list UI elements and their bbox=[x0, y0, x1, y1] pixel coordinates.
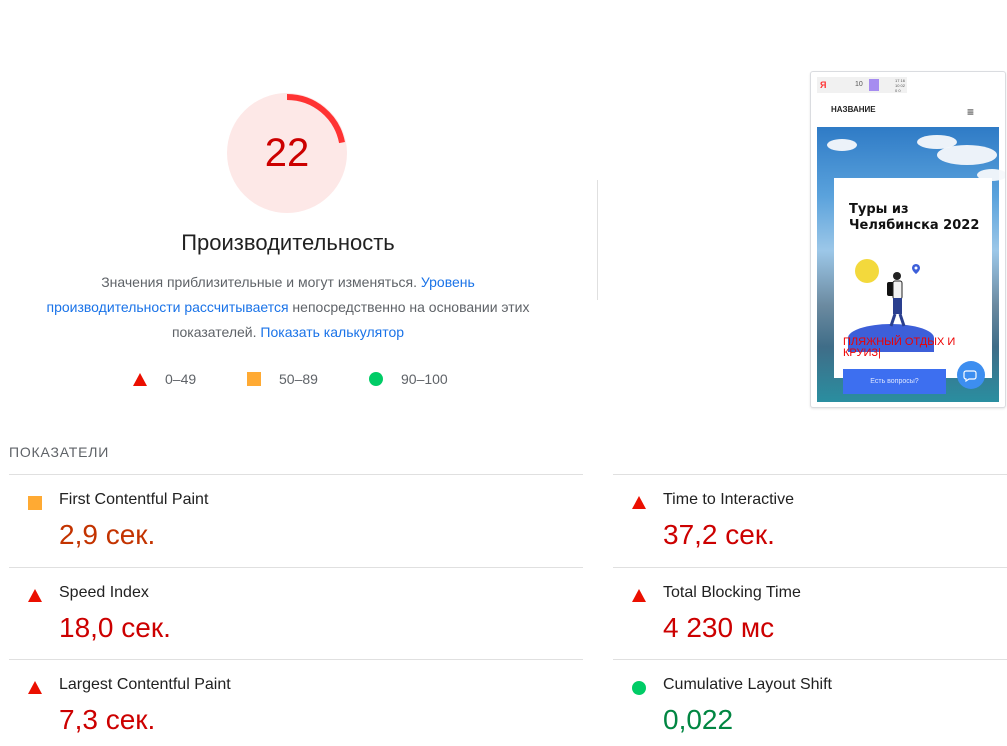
metric-total-blocking-time: Total Blocking Time 4 230 мс bbox=[613, 567, 1007, 660]
triangle-icon bbox=[632, 496, 646, 509]
metric-cumulative-layout-shift: Cumulative Layout Shift 0,022 bbox=[613, 659, 1007, 746]
triangle-icon bbox=[632, 589, 646, 602]
metric-time-to-interactive: Time to Interactive 37,2 сек. bbox=[613, 474, 1007, 567]
circle-icon bbox=[369, 372, 383, 386]
legend-item-fail: 0–49 bbox=[133, 371, 196, 387]
legend-item-average: 50–89 bbox=[247, 371, 318, 387]
sun-illustration bbox=[855, 259, 879, 283]
metric-largest-contentful-paint: Largest Contentful Paint 7,3 сек. bbox=[9, 659, 583, 746]
metric-speed-index: Speed Index 18,0 сек. bbox=[9, 567, 583, 660]
triangle-icon bbox=[28, 681, 42, 694]
clock-text: 17 16 10 02 0 0 bbox=[895, 78, 906, 93]
metric-name: First Contentful Paint bbox=[59, 491, 209, 508]
legend-range: 90–100 bbox=[401, 371, 448, 387]
metric-name: Total Blocking Time bbox=[663, 584, 801, 601]
square-icon bbox=[247, 372, 261, 386]
circle-icon bbox=[632, 681, 646, 695]
metric-value: 37,2 сек. bbox=[663, 519, 775, 550]
show-calculator-link[interactable]: Показать калькулятор bbox=[260, 324, 404, 340]
triangle-icon bbox=[133, 372, 147, 386]
metric-value: 4 230 мс bbox=[663, 612, 775, 643]
hamburger-menu-icon: ≡ bbox=[967, 105, 975, 119]
thumbnail-questions-button: Есть вопросы? bbox=[843, 369, 946, 394]
metric-value: 7,3 сек. bbox=[59, 704, 156, 735]
thumbnail-overlay-text: ПЛЯЖНЫЙ ОТДЫХ И КРУИЗ| bbox=[843, 336, 956, 359]
thumbnail-heading: Туры из Челябинска 2022 bbox=[849, 202, 980, 233]
performance-score: 22 bbox=[264, 130, 310, 175]
thumbnail-browser-bar: Я 10 17 16 10 02 0 0 bbox=[817, 77, 907, 93]
legend-range: 50–89 bbox=[279, 371, 318, 387]
location-pin-icon bbox=[912, 264, 920, 274]
triangle-icon bbox=[28, 589, 42, 602]
metric-name: Largest Contentful Paint bbox=[59, 676, 231, 693]
score-description: Значения приблизительные и могут изменят… bbox=[38, 270, 538, 345]
metric-name: Speed Index bbox=[59, 584, 149, 601]
legend-item-pass: 90–100 bbox=[369, 371, 448, 387]
metric-first-contentful-paint: First Contentful Paint 2,9 сек. bbox=[9, 474, 583, 567]
gauge-title: Производительность bbox=[181, 230, 395, 255]
yandex-logo: Я bbox=[820, 80, 827, 90]
tab-count: 10 bbox=[855, 81, 863, 88]
performance-gauge: 22 bbox=[227, 93, 347, 213]
metric-name: Cumulative Layout Shift bbox=[663, 676, 832, 693]
extension-icon bbox=[869, 79, 879, 91]
square-icon bbox=[28, 496, 42, 510]
metric-value: 0,022 bbox=[663, 704, 734, 735]
metric-value: 2,9 сек. bbox=[59, 519, 156, 550]
page-screenshot-thumbnail[interactable]: Я 10 17 16 10 02 0 0 НАЗВАНИЕ ≡ Туры из … bbox=[810, 71, 1006, 408]
metric-value: 18,0 сек. bbox=[59, 612, 171, 643]
chat-icon bbox=[957, 361, 985, 389]
metrics-section-title: ПОКАЗАТЕЛИ bbox=[9, 444, 110, 460]
description-text: Значения приблизительные и могут изменят… bbox=[101, 274, 421, 290]
traveler-illustration bbox=[887, 272, 906, 327]
metric-name: Time to Interactive bbox=[663, 491, 795, 508]
thumbnail-site-name: НАЗВАНИЕ bbox=[831, 105, 876, 114]
vertical-divider bbox=[597, 180, 598, 300]
legend-range: 0–49 bbox=[165, 371, 197, 387]
